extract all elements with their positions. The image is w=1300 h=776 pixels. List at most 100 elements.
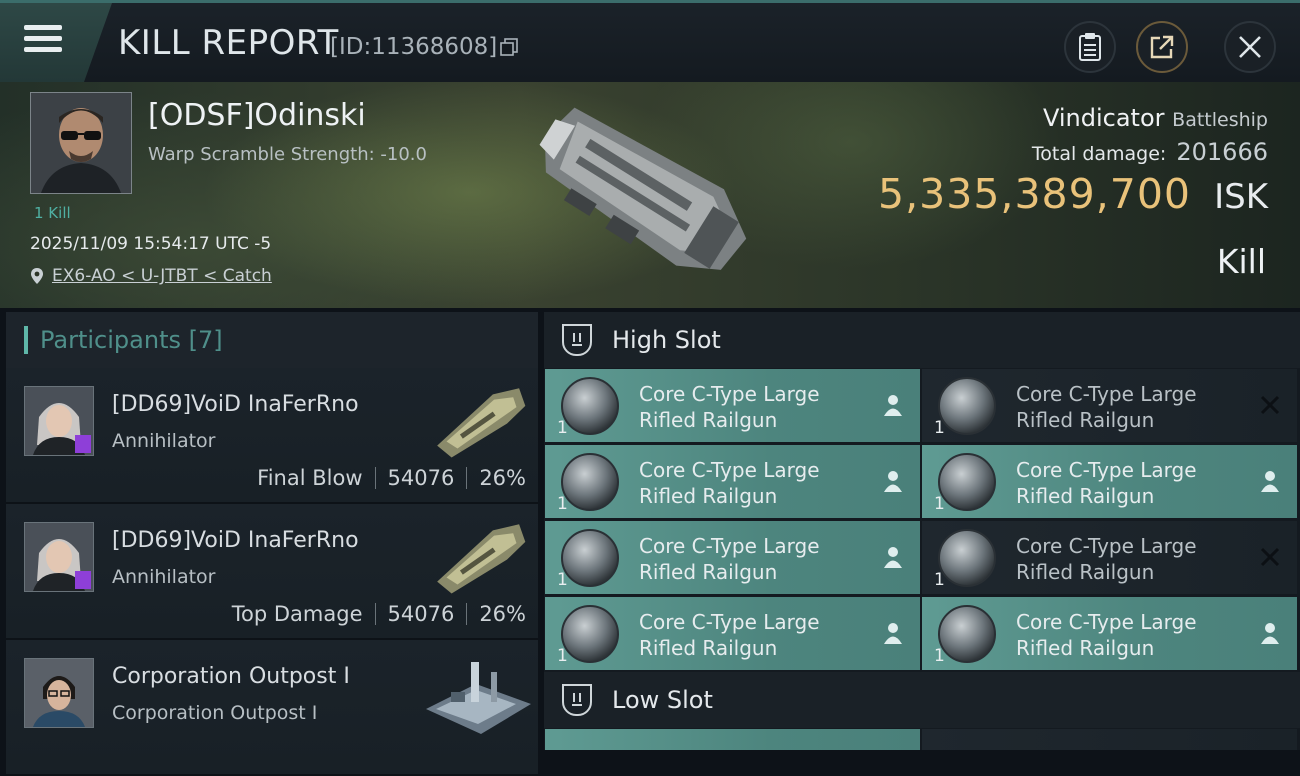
- module-slot[interactable]: 1 Core C-Type Large Rifled Railgun: [545, 597, 920, 670]
- vindicator-ship-image[interactable]: [520, 88, 770, 298]
- module-name: Core C-Type Large Rifled Railgun: [1016, 610, 1197, 660]
- participant-stats: Top Damage 54076 26%: [232, 602, 526, 626]
- divider: [466, 603, 468, 625]
- railgun-icon: [938, 453, 996, 511]
- module-name: Core C-Type Large Rifled Railgun: [639, 458, 820, 508]
- isk-value: 5,335,389,700: [878, 170, 1191, 218]
- module-slot[interactable]: 1 Core C-Type Large Rifled Railgun: [545, 521, 920, 594]
- module-quantity: 1: [934, 646, 945, 666]
- participant-row[interactable]: Corporation Outpost I Corporation Outpos…: [6, 640, 538, 776]
- divider: [466, 467, 468, 489]
- location-link[interactable]: EX6-AO < U-JTBT < Catch: [30, 266, 272, 286]
- ship-class: Battleship: [1172, 109, 1268, 131]
- module-name: Core C-Type Large Rifled Railgun: [639, 382, 820, 432]
- person-icon[interactable]: [882, 545, 904, 569]
- accent-bar: [24, 326, 28, 354]
- kill-timestamp: 2025/11/09 15:54:17 UTC -5: [30, 234, 272, 254]
- participant-avatar[interactable]: [24, 658, 94, 728]
- share-icon: [1150, 35, 1174, 59]
- module-slot-partial[interactable]: [922, 729, 1297, 750]
- participant-damage: 54076: [387, 466, 455, 490]
- module-slot[interactable]: 1 Core C-Type Large Rifled Railgun: [922, 369, 1297, 442]
- clipboard-button[interactable]: [1064, 21, 1116, 73]
- result-label: Kill: [1216, 242, 1266, 281]
- total-damage: Total damage: 201666: [1032, 138, 1268, 166]
- module-quantity: 1: [557, 418, 568, 438]
- person-icon[interactable]: [882, 393, 904, 417]
- high-slot-header[interactable]: High Slot: [544, 312, 1300, 368]
- railgun-icon: [561, 377, 619, 435]
- high-slot-title: High Slot: [612, 326, 721, 354]
- participant-ship: Corporation Outpost I: [112, 702, 318, 724]
- module-slot[interactable]: 1 Core C-Type Large Rifled Railgun: [922, 445, 1297, 518]
- participant-role: Top Damage: [231, 602, 363, 626]
- module-slot-partial[interactable]: [545, 729, 920, 750]
- clipboard-icon: [1079, 33, 1101, 61]
- participant-row[interactable]: [DD69]VoiD InaFerRno Annihilator Final B…: [6, 368, 538, 504]
- module-slot[interactable]: 1 Core C-Type Large Rifled Railgun: [545, 369, 920, 442]
- railgun-icon: [938, 529, 996, 587]
- victim-name[interactable]: [ODSF]Odinski: [148, 98, 366, 133]
- railgun-icon: [938, 377, 996, 435]
- kill-count: 1 Kill: [34, 204, 71, 222]
- top-bar: KILL REPORT [ID:11368608]: [0, 0, 1300, 82]
- rarity-badge: [75, 435, 91, 453]
- destroyed-x-icon: [1260, 395, 1280, 415]
- module-quantity: 1: [934, 494, 945, 514]
- divider: [374, 467, 376, 489]
- destroyed-x-icon: [1260, 547, 1280, 567]
- participant-name[interactable]: [DD69]VoiD InaFerRno: [112, 392, 359, 417]
- participant-name[interactable]: [DD69]VoiD InaFerRno: [112, 528, 359, 553]
- module-quantity: 1: [557, 570, 568, 590]
- isk-value-line: 5,335,389,700 ISK: [878, 170, 1268, 218]
- person-icon[interactable]: [1259, 621, 1281, 645]
- module-quantity: 1: [934, 570, 945, 590]
- fitting-panel: High Slot 1 Core C-Type Large Rifled Rail…: [544, 312, 1300, 750]
- report-id: [ID:11368608]: [330, 34, 498, 60]
- victim-portrait[interactable]: [30, 92, 132, 194]
- railgun-icon: [938, 605, 996, 663]
- module-quantity: 1: [934, 418, 945, 438]
- participant-name[interactable]: Corporation Outpost I: [112, 664, 350, 689]
- railgun-icon: [561, 529, 619, 587]
- high-slot-icon: [562, 324, 592, 356]
- location-text[interactable]: EX6-AO < U-JTBT < Catch: [52, 266, 272, 286]
- ship-name: Vindicator: [1042, 104, 1165, 132]
- module-name: Core C-Type Large Rifled Railgun: [639, 610, 820, 660]
- participant-avatar[interactable]: [24, 522, 94, 592]
- annihilator-ship-image: [437, 524, 526, 594]
- menu-button[interactable]: [0, 3, 112, 82]
- module-name: Core C-Type Large Rifled Railgun: [1016, 382, 1197, 432]
- total-damage-label: Total damage:: [1031, 143, 1167, 165]
- rarity-badge: [75, 571, 91, 589]
- person-icon[interactable]: [882, 621, 904, 645]
- participant-stats: Final Blow 54076 26%: [257, 466, 526, 490]
- module-slot[interactable]: 1 Core C-Type Large Rifled Railgun: [545, 445, 920, 518]
- copy-icon[interactable]: [500, 38, 518, 56]
- module-quantity: 1: [557, 494, 568, 514]
- participants-label: Participants [7]: [40, 326, 223, 354]
- page-title: KILL REPORT: [118, 23, 339, 63]
- npc-portrait: [25, 659, 93, 727]
- participants-header[interactable]: Participants [7]: [6, 312, 538, 368]
- person-icon[interactable]: [1259, 469, 1281, 493]
- share-button[interactable]: [1136, 21, 1188, 73]
- map-pin-icon: [31, 268, 43, 284]
- module-name: Core C-Type Large Rifled Railgun: [1016, 534, 1197, 584]
- module-slot[interactable]: 1 Core C-Type Large Rifled Railgun: [922, 521, 1297, 594]
- close-button[interactable]: [1224, 21, 1276, 73]
- person-icon[interactable]: [882, 469, 904, 493]
- low-slot-header[interactable]: Low Slot: [544, 672, 1300, 728]
- hamburger-menu-icon: [24, 25, 62, 57]
- close-icon: [1239, 36, 1261, 58]
- victim-ship[interactable]: Vindicator Battleship: [1043, 104, 1268, 132]
- participant-role: Final Blow: [257, 466, 363, 490]
- module-slot[interactable]: 1 Core C-Type Large Rifled Railgun: [922, 597, 1297, 670]
- total-damage-value: 201666: [1176, 138, 1268, 166]
- participant-row[interactable]: [DD69]VoiD InaFerRno Annihilator Top Dam…: [6, 504, 538, 640]
- victim-avatar-image: [31, 93, 131, 193]
- participant-percent: 26%: [479, 466, 526, 490]
- participant-damage: 54076: [387, 602, 455, 626]
- participant-avatar[interactable]: [24, 386, 94, 456]
- railgun-icon: [561, 453, 619, 511]
